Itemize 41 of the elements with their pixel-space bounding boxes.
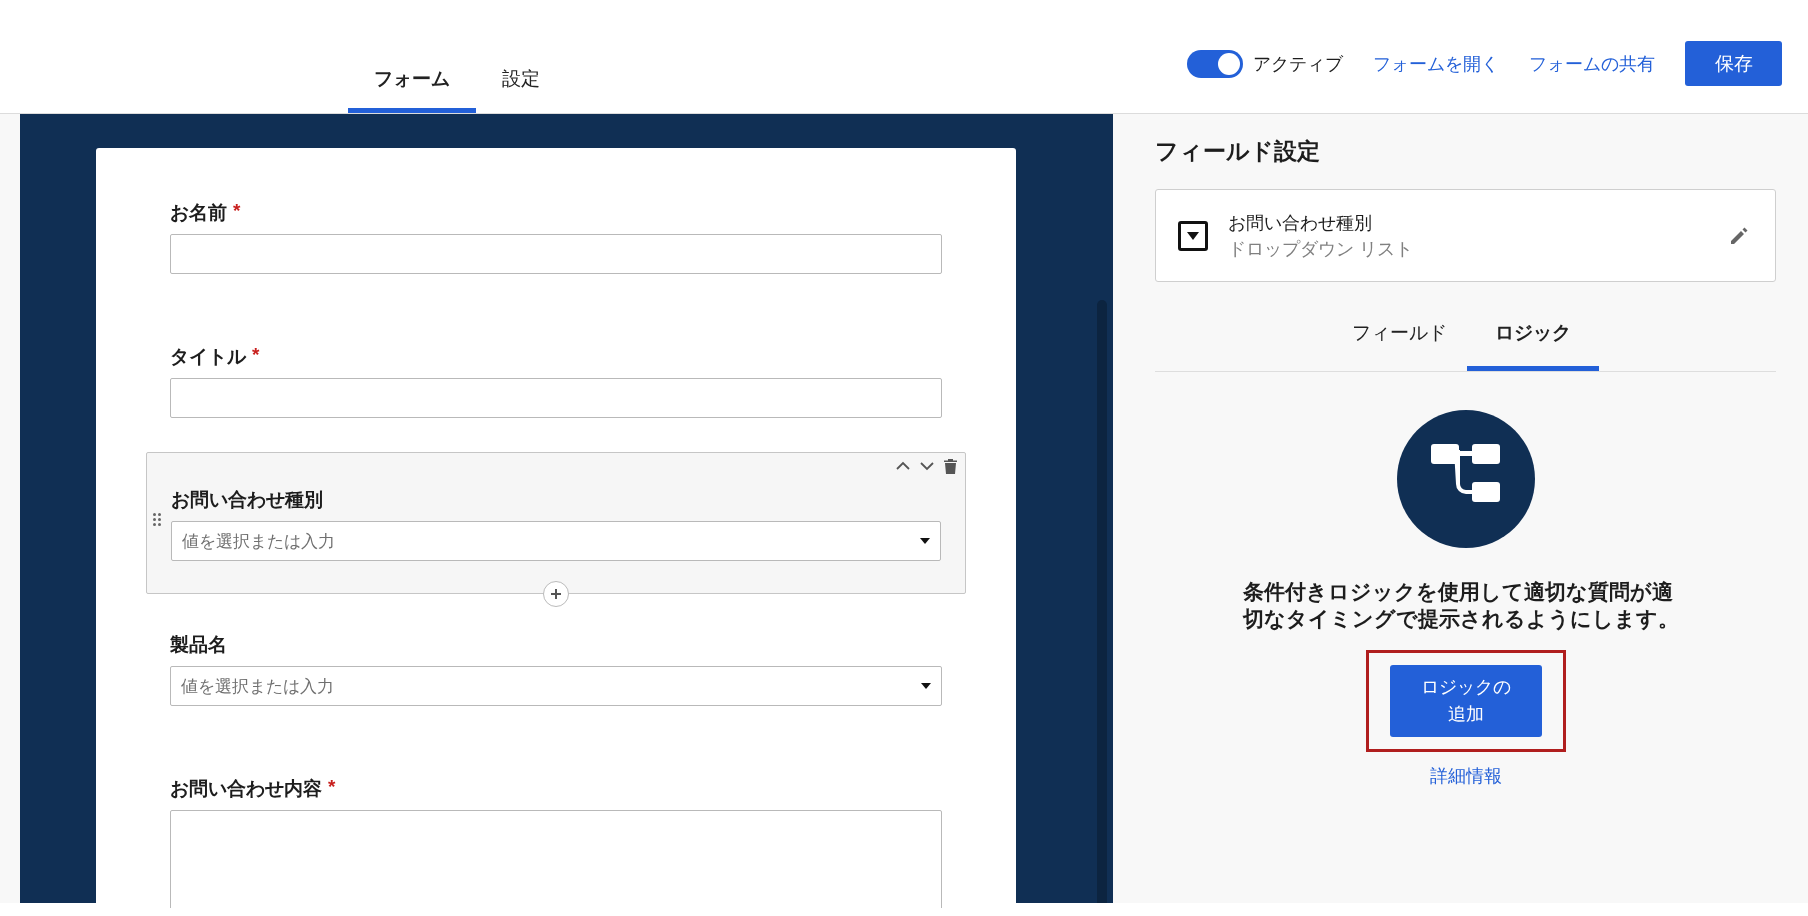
- save-button[interactable]: 保存: [1685, 41, 1782, 86]
- form-field[interactable]: お名前 *: [170, 200, 942, 274]
- field-name: お問い合わせ種別: [1228, 211, 1373, 235]
- form-field[interactable]: お問い合わせ内容 *: [170, 776, 942, 908]
- field-label: お名前: [170, 201, 227, 225]
- form-field[interactable]: 製品名 値を選択または入力: [170, 632, 942, 706]
- trash-icon[interactable]: [944, 459, 957, 474]
- dropdown-icon: [1178, 220, 1208, 251]
- plus-icon: [550, 588, 562, 600]
- input-field[interactable]: [170, 234, 942, 274]
- toggle-label: アクティブ: [1253, 52, 1343, 76]
- field-label: お問い合わせ種別: [171, 488, 323, 512]
- chevron-down-icon[interactable]: [920, 459, 934, 473]
- drag-handle-icon[interactable]: [153, 513, 161, 526]
- panel-title: フィールド設定: [1155, 137, 1321, 166]
- tab[interactable]: ロジック: [1467, 312, 1599, 371]
- field-label: 製品名: [170, 633, 227, 657]
- header-link[interactable]: フォームを開く: [1373, 51, 1499, 76]
- field-type: ドロップダウン リスト: [1228, 237, 1413, 261]
- tab[interactable]: フィールド: [1332, 312, 1467, 371]
- toggle-switch[interactable]: [1187, 49, 1243, 78]
- caret-icon: [920, 538, 930, 544]
- field-label: タイトル: [170, 345, 246, 369]
- dropdown-field[interactable]: 値を選択または入力: [170, 666, 942, 706]
- required-mark: *: [328, 776, 336, 799]
- required-mark: *: [233, 200, 241, 223]
- selected-field-panel[interactable]: お問い合わせ種別 値を選択または入力: [146, 452, 966, 594]
- field-label: お問い合わせ内容: [170, 777, 322, 801]
- required-mark: *: [252, 344, 260, 367]
- branch-logic-icon: [1396, 410, 1535, 548]
- tab[interactable]: 設定: [476, 66, 566, 113]
- caret-icon: [921, 683, 931, 689]
- form-field[interactable]: タイトル *: [170, 344, 942, 418]
- add-logic-button[interactable]: ロジックの追加: [1389, 665, 1542, 737]
- header-link[interactable]: フォームの共有: [1529, 51, 1655, 76]
- pencil-icon[interactable]: [1729, 225, 1749, 246]
- logic-description: 条件付きロジックを使用して適切な質問が適切なタイミングで提示されるようにします。: [1242, 579, 1680, 632]
- dropdown-field[interactable]: 値を選択または入力: [171, 521, 941, 561]
- scrollbar[interactable]: [1097, 300, 1107, 903]
- input-field[interactable]: [170, 378, 942, 418]
- learn-more-link[interactable]: 詳細情報: [1429, 764, 1502, 788]
